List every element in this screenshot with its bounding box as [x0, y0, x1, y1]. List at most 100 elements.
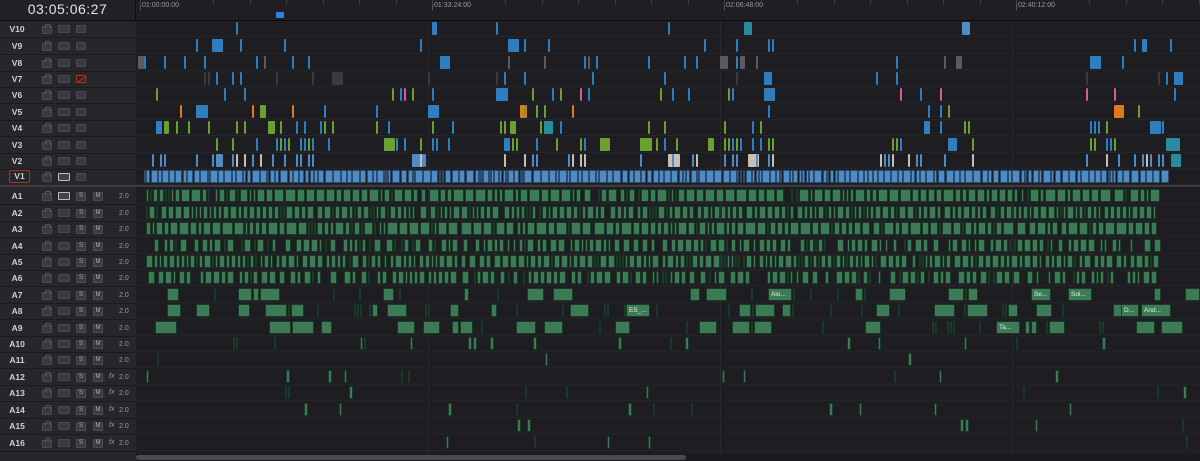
- audio-clip[interactable]: ES_...: [626, 304, 650, 317]
- audio-clip[interactable]: [890, 206, 895, 219]
- audio-clip[interactable]: [1025, 321, 1030, 334]
- audio-clip[interactable]: [739, 239, 742, 252]
- audio-clip[interactable]: [285, 239, 291, 252]
- audio-clip[interactable]: [373, 206, 375, 219]
- audio-clip[interactable]: [948, 239, 951, 252]
- audio-clip[interactable]: [699, 222, 706, 235]
- audio-clip[interactable]: [494, 239, 498, 252]
- audio-clip[interactable]: [980, 271, 987, 284]
- audio-clip[interactable]: [967, 304, 988, 317]
- audio-clip[interactable]: [1092, 222, 1097, 235]
- audio-clip[interactable]: [238, 288, 252, 301]
- audio-clip[interactable]: [199, 206, 202, 219]
- audio-clip[interactable]: [1075, 206, 1078, 219]
- audio-clip[interactable]: [1057, 189, 1066, 202]
- video-clip[interactable]: [188, 121, 190, 134]
- audio-clip[interactable]: [977, 206, 981, 219]
- audio-clip[interactable]: [677, 239, 684, 252]
- video-clip[interactable]: [1114, 88, 1116, 101]
- video-clip[interactable]: [284, 154, 286, 167]
- audio-clip[interactable]: [990, 239, 994, 252]
- video-clip[interactable]: [768, 105, 770, 118]
- audio-clip[interactable]: [150, 189, 152, 202]
- video-clip[interactable]: [938, 170, 945, 183]
- video-clip[interactable]: [880, 154, 882, 167]
- video-clip[interactable]: [668, 154, 680, 167]
- audio-clip[interactable]: [227, 271, 234, 284]
- audio-clip[interactable]: [244, 239, 251, 252]
- video-clip[interactable]: [415, 170, 423, 183]
- audio-clip[interactable]: [352, 189, 360, 202]
- audio-clip[interactable]: [550, 189, 560, 202]
- audio-clip[interactable]: [371, 255, 376, 268]
- audio-clip[interactable]: [364, 222, 373, 235]
- audio-clip[interactable]: [566, 206, 572, 219]
- audio-clip[interactable]: [1003, 222, 1014, 235]
- audio-clip[interactable]: [703, 206, 709, 219]
- audio-clip[interactable]: [731, 255, 734, 268]
- audio-clip[interactable]: [234, 222, 244, 235]
- video-clip[interactable]: [524, 154, 526, 167]
- audio-clip[interactable]: [928, 189, 935, 202]
- audio-clip[interactable]: [607, 436, 610, 449]
- mute-button[interactable]: M: [93, 422, 103, 431]
- audio-clip[interactable]: [920, 189, 927, 202]
- audio-clip[interactable]: [473, 337, 477, 350]
- audio-clip[interactable]: [552, 206, 558, 219]
- solo-button[interactable]: S: [76, 242, 86, 251]
- audio-clip[interactable]: [1079, 206, 1083, 219]
- audio-clip[interactable]: [461, 206, 468, 219]
- audio-clip[interactable]: [1058, 239, 1063, 252]
- audio-clip[interactable]: [382, 271, 387, 284]
- audio-clip[interactable]: [1132, 206, 1138, 219]
- track-header-a8[interactable]: A8 S M 2.0: [0, 303, 136, 320]
- audio-clip[interactable]: [1029, 222, 1036, 235]
- video-clip[interactable]: [401, 170, 407, 183]
- audio-clip[interactable]: [146, 255, 153, 268]
- audio-clip[interactable]: [254, 239, 256, 252]
- audio-clip[interactable]: [288, 304, 290, 317]
- audio-clip[interactable]: [1063, 255, 1066, 268]
- audio-clip[interactable]: [409, 222, 419, 235]
- mute-button[interactable]: M: [93, 242, 103, 251]
- video-clip[interactable]: [965, 170, 973, 183]
- audio-clip[interactable]: [822, 321, 824, 334]
- audio-clip[interactable]: [633, 239, 639, 252]
- audio-clip[interactable]: [354, 222, 360, 235]
- audio-clip[interactable]: [222, 222, 233, 235]
- audio-clip[interactable]: [866, 206, 869, 219]
- video-clip[interactable]: [993, 170, 999, 183]
- audio-clip[interactable]: [792, 304, 794, 317]
- audio-clip[interactable]: [490, 271, 495, 284]
- audio-clip[interactable]: [964, 304, 966, 317]
- video-clip[interactable]: [744, 22, 752, 35]
- video-clip[interactable]: [584, 154, 586, 167]
- audio-clip[interactable]: [343, 239, 348, 252]
- audio-clip[interactable]: [146, 370, 149, 383]
- video-clip[interactable]: [504, 72, 506, 85]
- audio-clip[interactable]: [1128, 206, 1131, 219]
- video-clip[interactable]: [252, 170, 260, 183]
- auto-select-icon[interactable]: [58, 422, 70, 430]
- audio-clip[interactable]: [190, 222, 197, 235]
- audio-clip[interactable]: [1144, 239, 1151, 252]
- auto-select-icon[interactable]: [58, 274, 70, 282]
- audio-clip[interactable]: [390, 206, 396, 219]
- video-clip[interactable]: [532, 88, 534, 101]
- video-clip[interactable]: [420, 154, 422, 167]
- video-clip[interactable]: [496, 22, 498, 35]
- video-clip[interactable]: [376, 121, 378, 134]
- video-clip[interactable]: [903, 170, 911, 183]
- video-clip[interactable]: [946, 170, 954, 183]
- audio-clip[interactable]: [952, 206, 956, 219]
- audio-clip[interactable]: [759, 239, 765, 252]
- video-clip[interactable]: [445, 170, 451, 183]
- audio-clip[interactable]: [533, 337, 537, 350]
- audio-clip[interactable]: [718, 239, 725, 252]
- audio-clip[interactable]: [844, 271, 850, 284]
- audio-clip[interactable]: [392, 271, 397, 284]
- audio-clip[interactable]: [791, 189, 793, 202]
- video-clip[interactable]: [212, 39, 223, 52]
- audio-clip[interactable]: [948, 288, 964, 301]
- video-clip[interactable]: [268, 121, 275, 134]
